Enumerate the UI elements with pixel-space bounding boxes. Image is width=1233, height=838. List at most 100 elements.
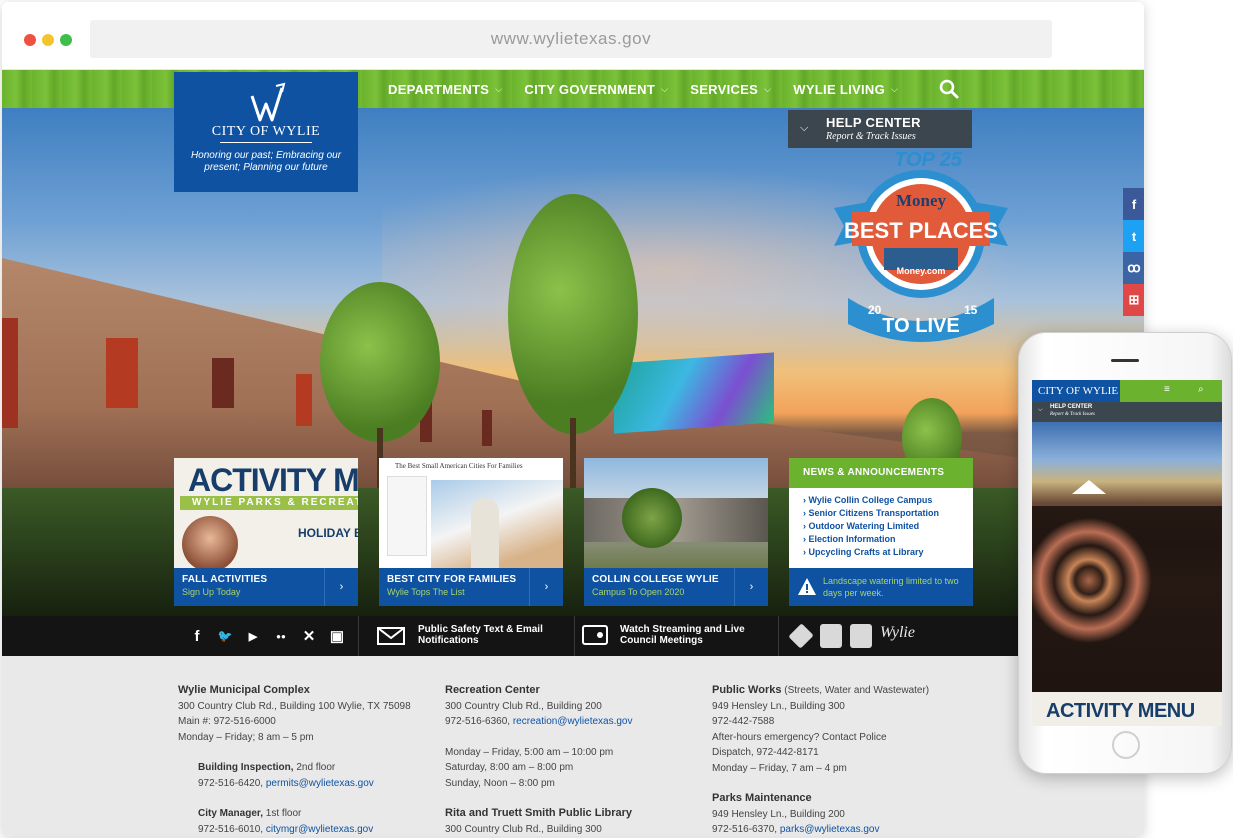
email-link[interactable]: citymgr@wylietexas.gov: [266, 824, 373, 835]
news-item[interactable]: › Senior Citizens Transportation: [803, 507, 939, 520]
browser-chrome: www.wylietexas.gov: [2, 2, 1144, 70]
phone: 972-516-6420,: [198, 777, 266, 789]
help-center-subtitle: Report & Track Issues: [826, 131, 916, 142]
card-best-city-families[interactable]: The Best Small American Cities For Famil…: [379, 458, 563, 606]
social-strip: f t ꝏ ⊞: [1123, 188, 1144, 316]
nav-item-wylie-living[interactable]: WYLIE LIVING ⌵: [793, 82, 898, 97]
mockup-stage: www.wylietexas.gov DEPARTMENTS ⌵ CITY GOV…: [0, 0, 1233, 838]
badge-year-left: 20: [868, 303, 882, 317]
card-fall-activities[interactable]: ACTIVITY MEN WYLIE PARKS & RECREATI HOLI…: [174, 458, 358, 606]
card-title: FALL ACTIVITIES: [182, 574, 268, 585]
footer-heading-row: Public Works (Streets, Water and Wastewa…: [712, 683, 1012, 699]
phone-logo[interactable]: CITY OF WYLIE: [1032, 380, 1120, 402]
footer-recreation: Recreation Center 300 Country Club Rd., …: [445, 683, 695, 836]
phone-hero-photo: [1032, 422, 1222, 692]
x-icon[interactable]: ✕: [300, 626, 318, 646]
streaming-link[interactable]: Watch Streaming and Live Council Meeting…: [582, 624, 760, 646]
footer-line: 949 Hensley Ln., Building 300: [712, 700, 845, 712]
footer-line: 300 Country Club Rd., Building 300: [445, 823, 602, 835]
nav-item-city-government[interactable]: CITY GOVERNMENT ⌵: [524, 82, 668, 97]
phone-home-button[interactable]: [1112, 731, 1140, 759]
footer-line: 300 Country Club Rd., Building 100 Wylie…: [178, 700, 411, 712]
footer-line: Monday – Friday, 5:00 am – 10:00 pm: [445, 746, 614, 758]
search-icon[interactable]: [938, 78, 960, 100]
manager-contact: 972-516-6010, citymgr@wylietexas.gov: [178, 822, 428, 837]
city-tagline: Honoring our past; Embracing our present…: [190, 150, 342, 173]
facebook-icon[interactable]: f: [1123, 188, 1144, 220]
twitter-icon[interactable]: 🐦: [216, 626, 234, 646]
tree: [320, 282, 440, 442]
facebook-icon[interactable]: f: [188, 626, 206, 646]
alert-text: Landscape watering limited to two days p…: [823, 576, 959, 598]
gift-icon[interactable]: ⊞: [1123, 284, 1144, 316]
magazine-thumb: [387, 476, 427, 556]
close-window-dot[interactable]: [24, 34, 36, 46]
news-item[interactable]: › Outdoor Watering Limited: [803, 520, 939, 533]
phone-nav: CITY OF WYLIE ≡ ⌕: [1032, 380, 1222, 402]
utility-social-icons: f 🐦 ▶ ●● ✕ ▣: [188, 626, 346, 646]
badge-top-text: TOP 25: [894, 149, 963, 171]
help-center-button[interactable]: ⌵ HELP CENTER Report & Track Issues: [788, 110, 972, 148]
nav-item-services[interactable]: SERVICES ⌵: [690, 82, 771, 97]
money-best-places-badge[interactable]: TOP 25 Money BEST PLACES Money.com 20 15…: [828, 148, 1014, 344]
phone: 972-516-6010,: [198, 823, 266, 835]
building-inspection: Building Inspection, 2nd floor: [178, 760, 428, 776]
wylie-script-logo[interactable]: Wylie: [880, 624, 930, 648]
email-link[interactable]: recreation@wylietexas.gov: [513, 716, 633, 727]
hamburger-menu-icon[interactable]: ≡: [1164, 384, 1170, 395]
news-list: › Wylie Collin College Campus › Senior C…: [803, 494, 939, 559]
news-item[interactable]: › Wylie Collin College Campus: [803, 494, 939, 507]
nextdoor-icon[interactable]: ꝏ: [1123, 252, 1144, 284]
alert-banner[interactable]: Landscape watering limited to two days p…: [789, 568, 973, 606]
flickr-icon[interactable]: ●●: [272, 626, 290, 646]
card-collin-college[interactable]: COLLIN COLLEGE WYLIE Campus To Open 2020…: [584, 458, 768, 606]
divider: [574, 616, 575, 656]
divider: [358, 616, 359, 656]
address-bar[interactable]: www.wylietexas.gov: [90, 20, 1052, 58]
news-item[interactable]: › Upcycling Crafts at Library: [803, 546, 939, 559]
colorful-glass-wall: [614, 352, 774, 434]
calendar-icon[interactable]: ▣: [328, 626, 346, 646]
phone-mockup: CITY OF WYLIE ≡ ⌕ ⌵ HELP CENTER Report &…: [1018, 332, 1232, 774]
notifications-link[interactable]: Public Safety Text & Email Notifications: [376, 624, 558, 646]
badge-main: BEST PLACES: [844, 218, 998, 243]
chevron-right-icon[interactable]: ›: [529, 568, 563, 606]
twitter-icon[interactable]: t: [1123, 220, 1144, 252]
minimize-window-dot[interactable]: [42, 34, 54, 46]
phone-help-title: HELP CENTER: [1050, 404, 1093, 410]
phone-help-center[interactable]: ⌵ HELP CENTER Report & Track Issues: [1032, 402, 1222, 422]
footer-line: 949 Hensley Ln., Building 200: [712, 808, 845, 820]
video-screen-icon: [582, 625, 608, 645]
city-logo[interactable]: CITY OF WYLIE Honoring our past; Embraci…: [174, 72, 358, 192]
footer-line: Monday – Friday; 8 am – 5 pm: [178, 731, 314, 743]
notifications-label: Public Safety Text & Email Notifications: [418, 624, 543, 646]
partner-logo[interactable]: [850, 624, 872, 648]
email-link[interactable]: permits@wylietexas.gov: [266, 778, 374, 789]
nav-item-label: SERVICES: [690, 81, 759, 97]
partner-logo[interactable]: [788, 623, 814, 649]
footer: Wylie Municipal Complex 300 Country Club…: [2, 656, 1144, 836]
card-caption: BEST CITY FOR FAMILIES Wylie Tops The Li…: [379, 568, 563, 606]
email-link[interactable]: parks@wylietexas.gov: [780, 824, 880, 835]
browser-window: www.wylietexas.gov DEPARTMENTS ⌵ CITY GOV…: [2, 2, 1144, 836]
partner-logo[interactable]: [820, 624, 842, 648]
utility-bar: f 🐦 ▶ ●● ✕ ▣ Public Safety Text & Email …: [2, 616, 1144, 656]
chevron-right-icon[interactable]: ›: [324, 568, 358, 606]
chevron-right-icon[interactable]: ›: [734, 568, 768, 606]
dept-name: City Manager,: [198, 808, 264, 819]
phone-activity-banner[interactable]: ACTIVITY MENU: [1032, 692, 1222, 726]
footer-heading: Public Works: [712, 684, 782, 696]
badge-year-right: 15: [964, 303, 978, 317]
nav-item-label: DEPARTMENTS: [388, 81, 490, 97]
article-header: The Best Small American Cities For Famil…: [395, 462, 523, 470]
search-icon[interactable]: ⌕: [1198, 384, 1204, 395]
youtube-icon[interactable]: ▶: [244, 626, 262, 646]
nav-item-departments[interactable]: DEPARTMENTS ⌵: [388, 82, 502, 97]
partner-logos: Wylie: [788, 623, 930, 649]
news-item[interactable]: › Election Information: [803, 533, 939, 546]
footer-note: (Streets, Water and Wastewater): [784, 685, 930, 696]
card-title: COLLIN COLLEGE WYLIE: [592, 574, 719, 585]
news-header: NEWS & ANNOUNCEMENTS: [789, 458, 973, 488]
maximize-window-dot[interactable]: [60, 34, 72, 46]
card-image: ACTIVITY MEN WYLIE PARKS & RECREATI HOLI…: [174, 458, 358, 572]
